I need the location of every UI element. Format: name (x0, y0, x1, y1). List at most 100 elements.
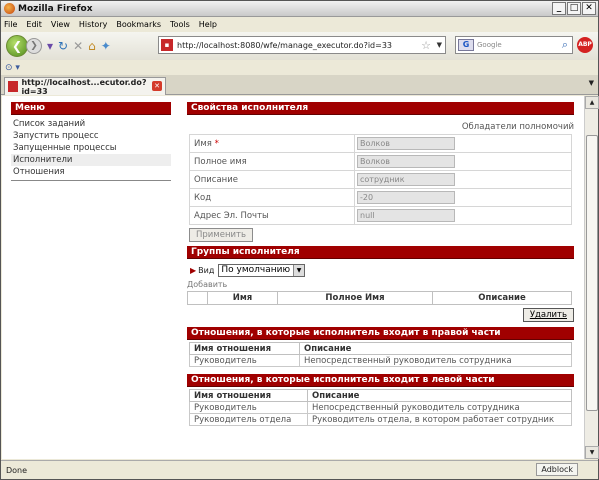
search-input[interactable]: Google (477, 41, 502, 49)
view-label: Вид (198, 265, 215, 275)
expand-triangle-icon[interactable]: ▶ (190, 266, 196, 275)
description-field[interactable]: сотрудник (357, 173, 455, 186)
menu-edit[interactable]: Edit (26, 20, 42, 29)
minimize-button[interactable]: _ (552, 2, 566, 15)
address-bar[interactable]: ▪ http://localhost:8080/wfe/manage_execu… (158, 36, 446, 54)
reload-icon[interactable]: ↻ (58, 36, 68, 56)
add-link[interactable]: Добавить (187, 280, 574, 289)
google-icon[interactable]: G (458, 39, 474, 51)
groups-title: Группы исполнителя (187, 246, 574, 259)
firefox-icon (4, 3, 15, 14)
description-label: Описание (189, 170, 355, 189)
page-content: Меню Список заданий Запустить процесс За… (2, 96, 584, 459)
close-button[interactable]: ✕ (582, 2, 596, 15)
tab-list-icon[interactable]: ▼ (589, 79, 594, 87)
apply-button[interactable]: Применить (189, 228, 253, 242)
col-relation-description: Описание (307, 389, 572, 402)
scroll-thumb[interactable] (586, 135, 598, 411)
window-title: Mozilla Firefox (18, 3, 93, 14)
tab-active[interactable]: http://localhost...ecutor.do?id=33 ✕ (4, 77, 166, 96)
view-select[interactable]: По умолчанию ▼ (218, 263, 306, 277)
table-row[interactable]: Руководитель отдела Руководитель отдела,… (189, 413, 572, 426)
dropdown-icon[interactable]: ▾ (47, 36, 53, 56)
select-column[interactable] (187, 291, 208, 305)
navigation-toolbar: ❮ ❯ ▾ ↻ ✕ ⌂ ✦ ▪ http://localhost:8080/wf… (1, 32, 598, 60)
col-description: Описание (432, 291, 572, 305)
bookmark-star-icon[interactable]: ☆ (421, 39, 431, 52)
chevron-down-icon[interactable]: ▼ (293, 264, 305, 276)
sidebar-item-relations[interactable]: Отношения (11, 166, 171, 178)
toolbar-menu-icon[interactable]: ⊙ ▾ (5, 63, 20, 73)
menu-help[interactable]: Help (199, 20, 217, 29)
status-text: Done (6, 465, 28, 475)
menu-bar: File Edit View History Bookmarks Tools H… (1, 17, 598, 32)
menu-view[interactable]: View (51, 20, 70, 29)
relations-right-table: Имя отношения Описание Руководитель Непо… (189, 342, 572, 367)
relation-description-cell: Непосредственный руководитель сотрудника (299, 354, 572, 367)
owners-link[interactable]: Обладатели полномочий (187, 120, 574, 134)
back-arrow-icon[interactable]: ❮ (6, 35, 28, 57)
addon-icon[interactable]: ✦ (101, 36, 111, 56)
col-relation-description: Описание (299, 342, 572, 355)
col-relation-name: Имя отношения (189, 342, 300, 355)
table-row[interactable]: Руководитель Непосредственный руководите… (189, 354, 572, 367)
tab-close-icon[interactable]: ✕ (152, 81, 162, 91)
view-row: ▶ Вид По умолчанию ▼ (187, 263, 574, 277)
menu-file[interactable]: File (4, 20, 17, 29)
sidebar-item-running-processes[interactable]: Запущенные процессы (11, 142, 171, 154)
groups-table: Имя Полное Имя Описание (187, 291, 572, 305)
status-bar: Done Adblock (1, 460, 598, 479)
relations-left-table: Имя отношения Описание Руководитель Непо… (189, 389, 572, 426)
vertical-scrollbar[interactable]: ▲ ▼ (584, 96, 599, 459)
window-controls: _ □ ✕ (552, 2, 596, 15)
search-box[interactable]: G Google ⌕ (455, 36, 573, 54)
code-field[interactable]: -20 (357, 191, 455, 204)
scroll-down-icon[interactable]: ▼ (585, 446, 599, 459)
full-name-label: Полное имя (189, 152, 355, 171)
relation-description-cell: Непосредственный руководитель сотрудника (307, 401, 572, 414)
home-icon[interactable]: ⌂ (88, 36, 96, 56)
view-select-value[interactable]: По умолчанию (221, 265, 290, 275)
col-name: Имя (207, 291, 278, 305)
secondary-toolbar: ⊙ ▾ (1, 60, 598, 75)
site-icon: ▪ (161, 39, 173, 51)
sidebar-item-executors[interactable]: Исполнители (11, 154, 171, 166)
title-bar: Mozilla Firefox _ □ ✕ (1, 1, 598, 17)
main-area: Свойства исполнителя Обладатели полномоч… (187, 102, 574, 426)
tab-label[interactable]: http://localhost...ecutor.do?id=33 (21, 78, 165, 96)
col-full-name: Полное Имя (277, 291, 433, 305)
sidebar-title: Меню (11, 102, 171, 115)
delete-button[interactable]: Удалить (522, 308, 574, 322)
relation-name-cell[interactable]: Руководитель отдела (189, 413, 308, 426)
stop-icon[interactable]: ✕ (73, 36, 83, 56)
name-field[interactable]: Волков (357, 137, 455, 150)
adblock-status-button[interactable]: Adblock (536, 463, 578, 476)
relation-name-cell[interactable]: Руководитель (189, 354, 300, 367)
name-label: Имя * (189, 134, 355, 153)
maximize-button[interactable]: □ (567, 2, 581, 15)
menu-history[interactable]: History (79, 20, 107, 29)
sidebar-item-start-process[interactable]: Запустить процесс (11, 130, 171, 142)
relation-name-cell[interactable]: Руководитель (189, 401, 308, 414)
adblock-icon[interactable]: ABP (577, 37, 593, 53)
full-name-field[interactable]: Волков (357, 155, 455, 168)
code-label: Код (189, 188, 355, 207)
email-label: Адрес Эл. Почты (189, 206, 355, 225)
chevron-down-icon[interactable]: ▼ (437, 41, 442, 49)
tab-site-icon (8, 81, 19, 92)
table-row[interactable]: Руководитель Непосредственный руководите… (189, 401, 572, 414)
search-icon[interactable]: ⌕ (562, 38, 568, 52)
properties-table: Имя * Волков Полное имя Волков Описание … (189, 134, 572, 225)
scroll-up-icon[interactable]: ▲ (585, 96, 599, 109)
tab-bar: http://localhost...ecutor.do?id=33 ✕ ▼ (1, 75, 598, 96)
address-text[interactable]: http://localhost:8080/wfe/manage_executo… (177, 41, 392, 50)
sidebar-item-tasks[interactable]: Список заданий (11, 118, 171, 130)
menu-bookmarks[interactable]: Bookmarks (116, 20, 161, 29)
col-relation-name: Имя отношения (189, 389, 308, 402)
sidebar: Меню Список заданий Запустить процесс За… (11, 102, 171, 181)
browser-window: Mozilla Firefox _ □ ✕ File Edit View His… (0, 0, 599, 480)
relations-right-title: Отношения, в которые исполнитель входит … (187, 327, 574, 340)
email-field[interactable]: null (357, 209, 455, 222)
menu-tools[interactable]: Tools (170, 20, 190, 29)
forward-arrow-icon[interactable]: ❯ (26, 38, 42, 54)
